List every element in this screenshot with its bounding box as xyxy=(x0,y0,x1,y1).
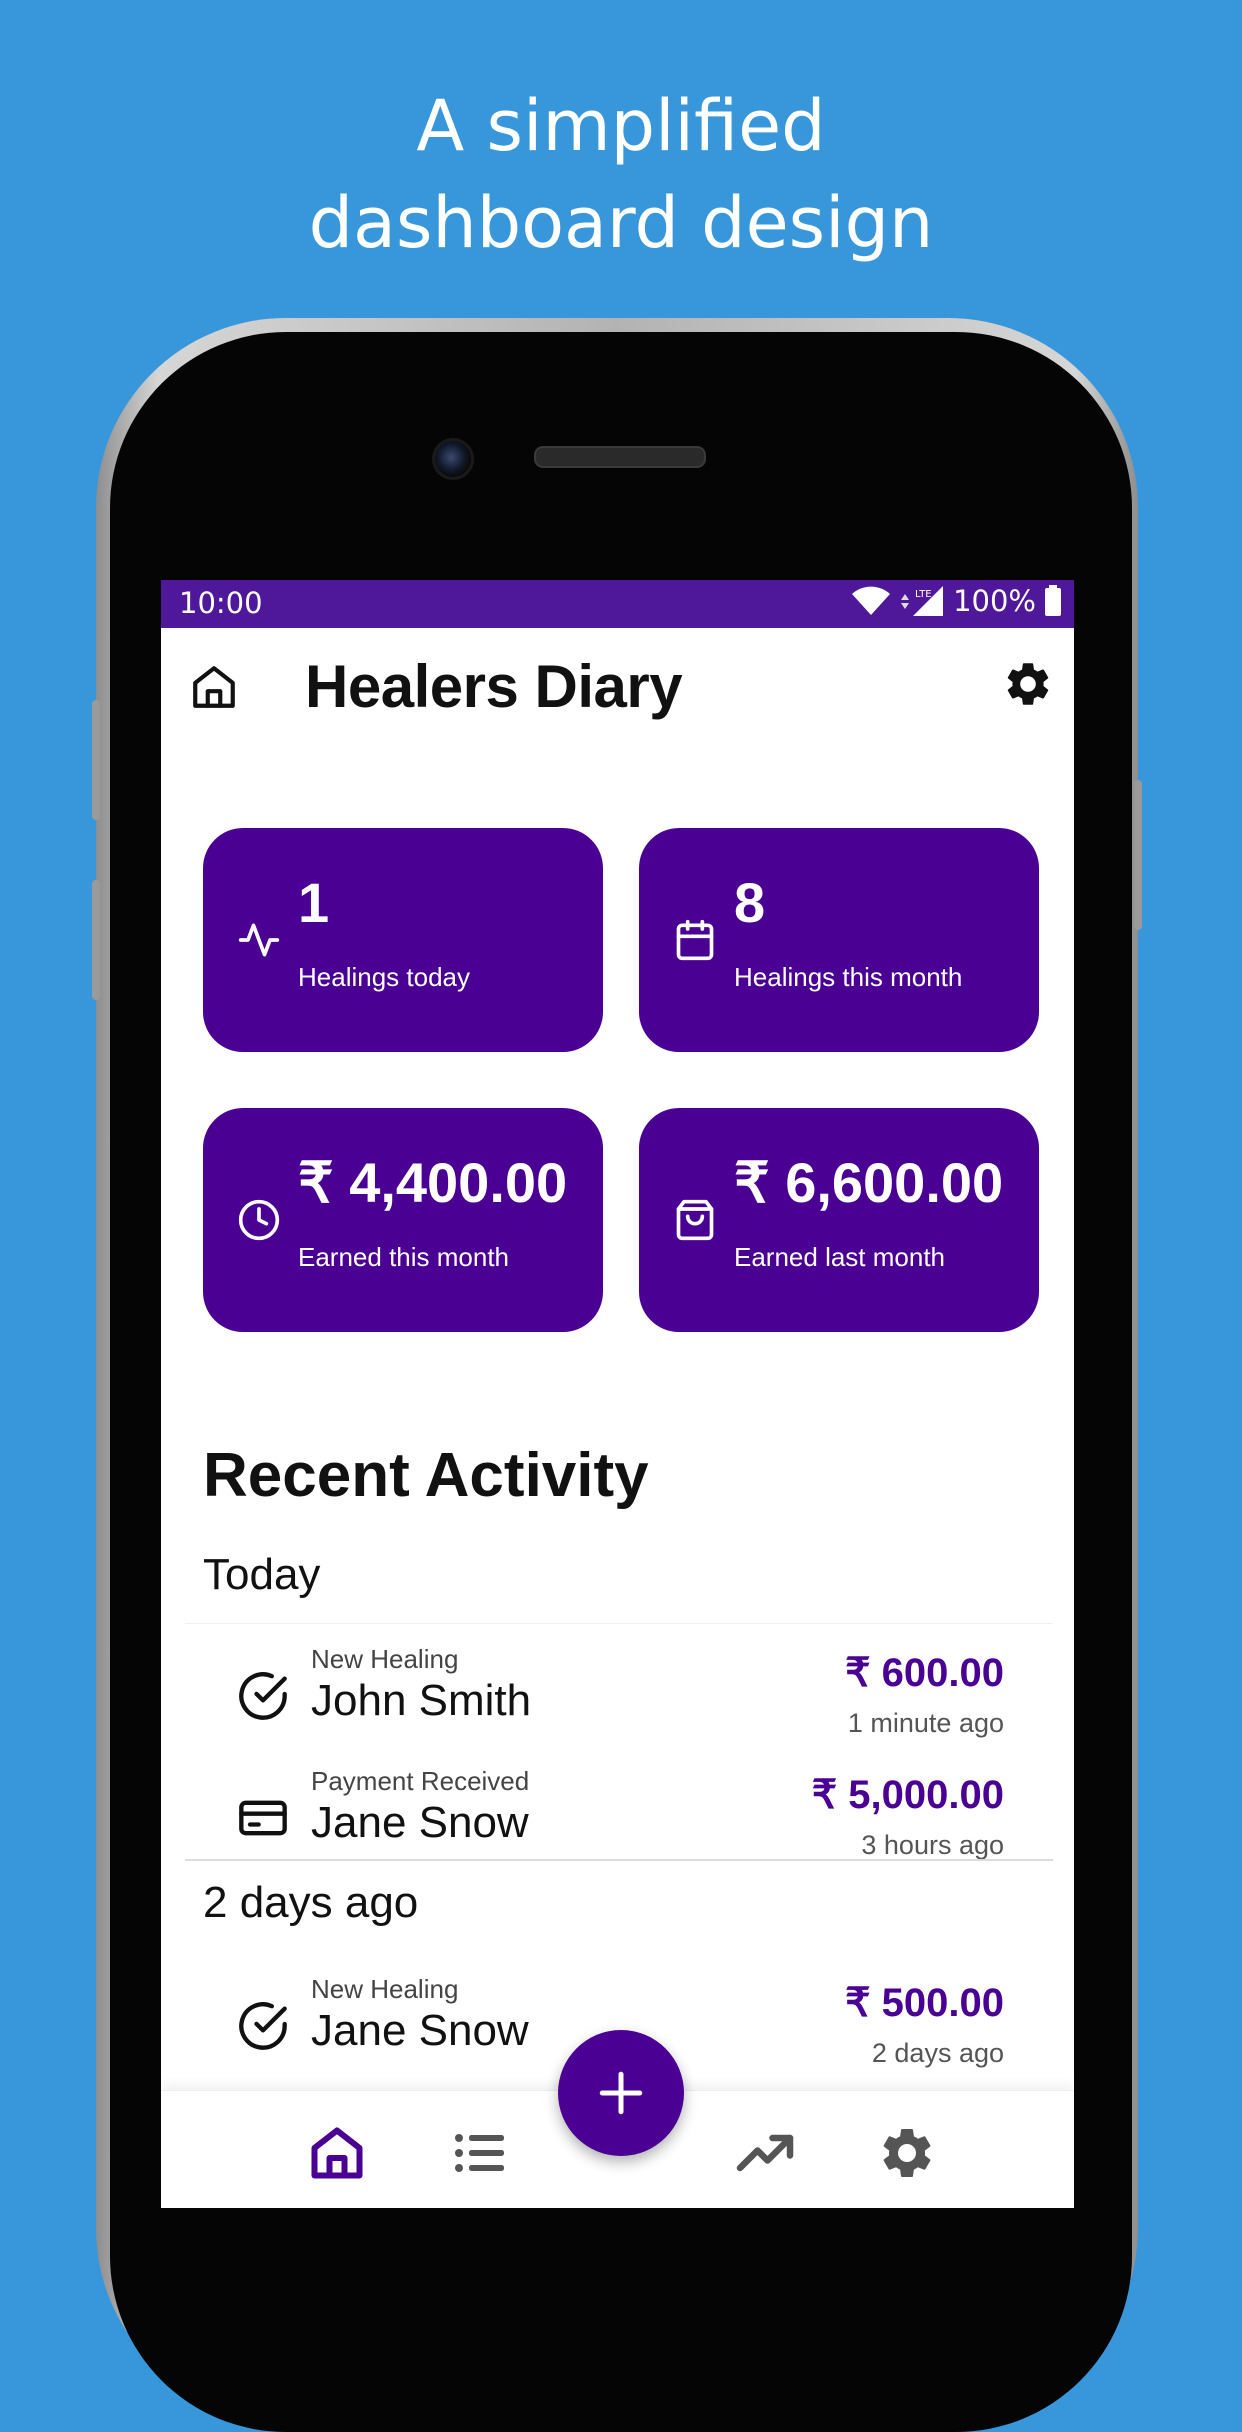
status-indicators: LTE 100% xyxy=(851,584,1062,618)
headline-line-1: A simplified xyxy=(416,85,826,167)
plus-icon xyxy=(599,2071,643,2115)
activity-type: New Healing xyxy=(311,1974,459,2004)
settings-button[interactable] xyxy=(1002,658,1054,710)
activity-amount: ₹ 500.00 xyxy=(845,1981,1004,2025)
add-healing-button[interactable] xyxy=(558,2030,684,2156)
credit-card-icon xyxy=(239,1800,287,1836)
nav-insights[interactable] xyxy=(735,2123,795,2183)
gear-icon xyxy=(883,2129,931,2177)
activity-time: 1 minute ago xyxy=(847,1708,1004,1738)
stat-value: ₹ 4,400.00 xyxy=(298,1151,568,1214)
phone-volume-button xyxy=(92,880,100,1000)
activity-time: 3 hours ago xyxy=(861,1830,1004,1860)
stat-label: Healings today xyxy=(298,962,470,992)
activity-amount: ₹ 5,000.00 xyxy=(811,1773,1004,1817)
activity-item[interactable]: Payment Received Jane Snow ₹ 5,000.00 3 … xyxy=(161,1752,1074,1872)
shopping-bag-icon xyxy=(676,1199,714,1241)
check-circle-icon xyxy=(239,1672,287,1720)
battery-icon xyxy=(1045,585,1061,616)
headline-line-2: dashboard design xyxy=(308,182,934,264)
check-circle-icon xyxy=(239,2002,287,2050)
activity-group-title: Today xyxy=(203,1550,321,1599)
stat-card-healings-today[interactable]: 1 Healings today xyxy=(203,828,603,1052)
activity-client-name: Jane Snow xyxy=(311,1798,529,1847)
front-camera xyxy=(432,438,474,480)
activity-group-title: 2 days ago xyxy=(203,1878,419,1927)
activity-amount: ₹ 600.00 xyxy=(845,1651,1004,1695)
trending-up-icon xyxy=(736,2134,794,2172)
gear-icon xyxy=(1007,663,1049,705)
activity-client-name: Jane Snow xyxy=(311,2006,529,2055)
stat-value: 8 xyxy=(734,871,766,934)
activity-icon xyxy=(238,923,280,957)
stat-card-healings-month[interactable]: 8 Healings this month xyxy=(639,828,1039,1052)
stat-card-earned-last-month[interactable]: ₹ 6,600.00 Earned last month xyxy=(639,1108,1039,1332)
activity-type: Payment Received xyxy=(311,1766,530,1796)
nav-list[interactable] xyxy=(449,2123,509,2183)
home-icon xyxy=(193,666,235,708)
status-bar: 10:00 LTE 100% xyxy=(161,580,1074,628)
phone-screen: 10:00 LTE 100% Healers Diary 1 Healings … xyxy=(161,580,1074,2208)
stat-label: Earned this month xyxy=(298,1242,510,1272)
activity-time: 2 days ago xyxy=(871,2038,1004,2068)
list-icon xyxy=(455,2134,504,2172)
activity-item[interactable]: New Healing John Smith ₹ 600.00 1 minute… xyxy=(161,1630,1074,1750)
divider xyxy=(185,1859,1053,1861)
earpiece-speaker xyxy=(534,446,706,468)
activity-type: New Healing xyxy=(311,1644,459,1674)
nav-settings[interactable] xyxy=(877,2123,937,2183)
stat-label: Healings this month xyxy=(734,962,963,992)
wifi-icon xyxy=(852,586,891,615)
calendar-icon xyxy=(676,919,714,961)
stat-card-earned-month[interactable]: ₹ 4,400.00 Earned this month xyxy=(203,1108,603,1332)
headline: A simplified dashboard design xyxy=(0,78,1242,272)
cellular-signal-icon: LTE xyxy=(901,586,944,616)
battery-percent: 100% xyxy=(953,584,1036,618)
network-type: LTE xyxy=(915,589,932,600)
home-button[interactable] xyxy=(189,662,239,712)
app-title: Healers Diary xyxy=(305,653,683,720)
activity-client-name: John Smith xyxy=(311,1676,532,1725)
status-time: 10:00 xyxy=(179,586,263,620)
phone-volume-button xyxy=(92,700,100,820)
divider xyxy=(185,1623,1053,1624)
clock-icon xyxy=(238,1199,280,1241)
stat-value: ₹ 6,600.00 xyxy=(734,1151,1004,1214)
app-bar: Healers Diary xyxy=(161,628,1074,748)
home-icon xyxy=(311,2127,363,2179)
nav-home[interactable] xyxy=(307,2123,367,2183)
stat-label: Earned last month xyxy=(734,1242,946,1272)
phone-side-button xyxy=(1134,780,1142,930)
recent-activity-title: Recent Activity xyxy=(203,1441,649,1510)
stat-value: 1 xyxy=(298,871,330,934)
